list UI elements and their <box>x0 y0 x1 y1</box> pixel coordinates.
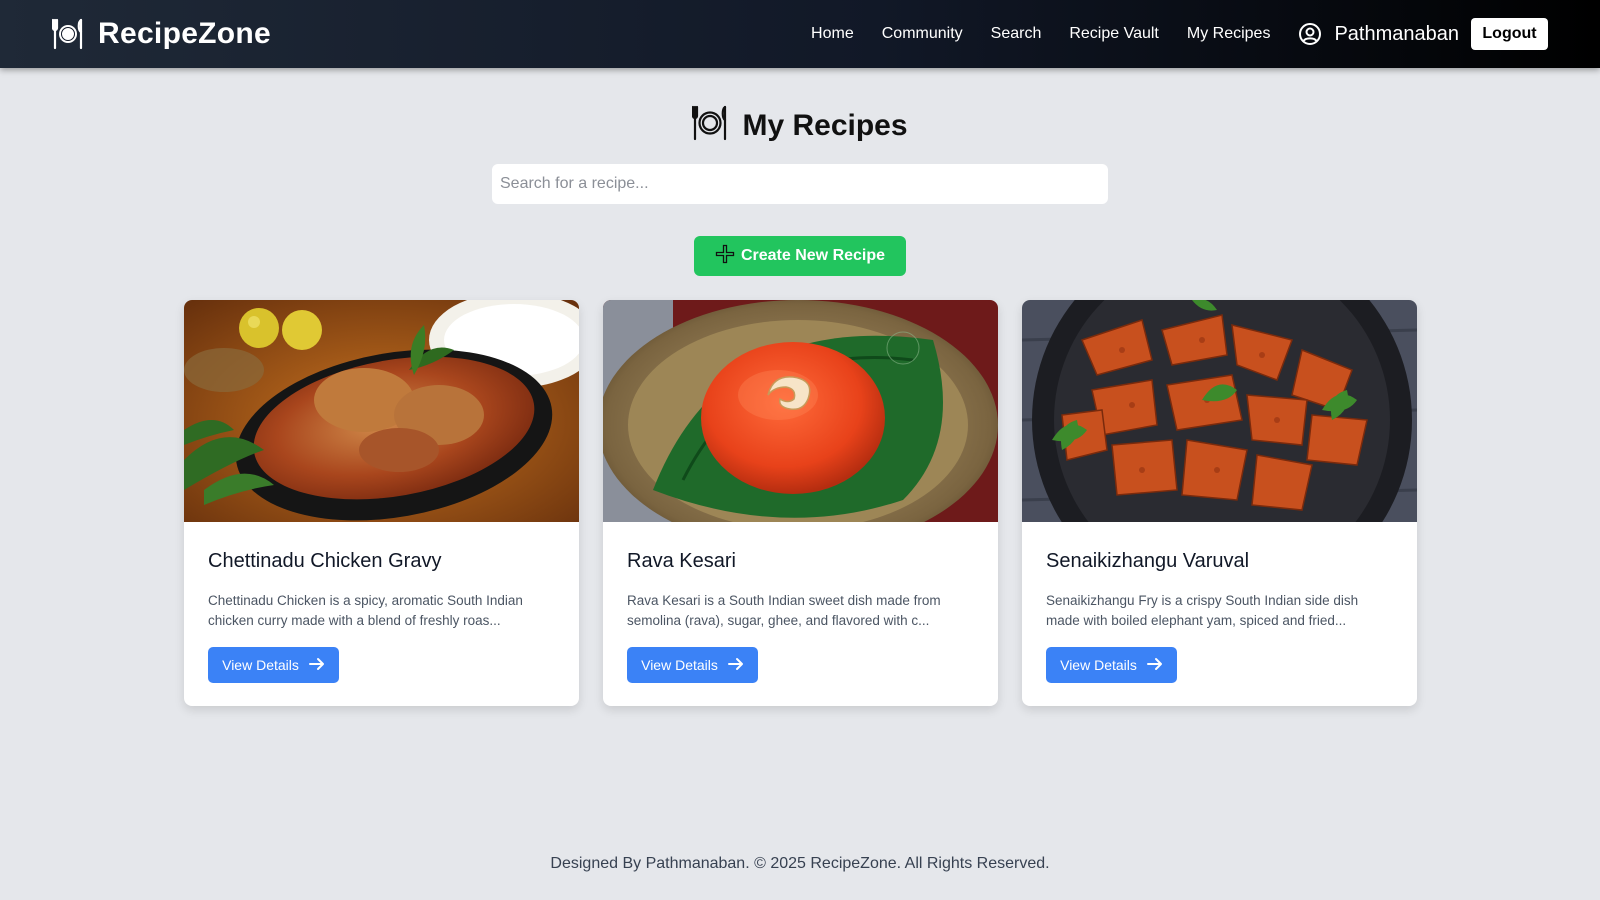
recipe-image-chicken-curry <box>184 300 579 522</box>
nav-links: Home Community Search Recipe Vault My Re… <box>811 18 1548 50</box>
user-name: Pathmanaban <box>1334 22 1459 45</box>
page-title: My Recipes <box>742 108 908 142</box>
create-recipe-label: Create New Recipe <box>740 247 886 264</box>
recipe-title: Senaikizhangu Varuval <box>1046 550 1250 572</box>
navbar: RecipeZone Home Community Search Recipe … <box>0 0 1600 68</box>
recipe-card: Chettinadu Chicken Gravy Chettinadu Chic… <box>184 300 579 706</box>
recipe-image-yam-fry <box>1022 300 1417 522</box>
nav-home[interactable]: Home <box>811 25 854 43</box>
recipe-title: Rava Kesari <box>627 550 736 572</box>
view-details-label: View Details <box>1060 657 1137 673</box>
footer-text: Designed By Pathmanaban. © 2025 RecipeZo… <box>550 855 1050 872</box>
plus-icon <box>715 244 735 269</box>
view-details-label: View Details <box>222 657 299 673</box>
recipe-image-rava-kesari <box>603 300 998 522</box>
brand-name: RecipeZone <box>98 17 272 50</box>
plate-cutlery-icon <box>52 17 84 51</box>
card-body: Chettinadu Chicken Gravy Chettinadu Chic… <box>184 550 579 683</box>
view-details-button[interactable]: View Details <box>208 647 339 683</box>
create-recipe-button[interactable]: Create New Recipe <box>694 236 906 276</box>
search-input[interactable] <box>492 164 1108 204</box>
nav-recipe-vault[interactable]: Recipe Vault <box>1069 25 1159 43</box>
recipe-card: Rava Kesari Rava Kesari is a South India… <box>603 300 998 706</box>
view-details-button[interactable]: View Details <box>627 647 758 683</box>
recipe-title: Chettinadu Chicken Gravy <box>208 550 442 572</box>
recipe-description: Senaikizhangu Fry is a crispy South Indi… <box>1046 593 1359 628</box>
card-body: Rava Kesari Rava Kesari is a South India… <box>603 550 998 683</box>
card-body: Senaikizhangu Varuval Senaikizhangu Fry … <box>1022 550 1417 683</box>
logout-button[interactable]: Logout <box>1471 18 1548 50</box>
plate-cutlery-icon <box>692 104 728 147</box>
view-details-button[interactable]: View Details <box>1046 647 1177 683</box>
brand-logo[interactable]: RecipeZone <box>52 17 271 51</box>
nav-community[interactable]: Community <box>882 25 963 43</box>
view-details-label: View Details <box>641 657 718 673</box>
recipe-grid: Chettinadu Chicken Gravy Chettinadu Chic… <box>184 300 1417 706</box>
user-menu[interactable]: Pathmanaban <box>1298 22 1459 46</box>
nav-search[interactable]: Search <box>991 25 1042 43</box>
arrow-right-icon <box>1146 657 1163 674</box>
arrow-right-icon <box>308 657 325 674</box>
arrow-right-icon <box>727 657 744 674</box>
recipe-card: Senaikizhangu Varuval Senaikizhangu Fry … <box>1022 300 1417 706</box>
user-circle-icon <box>1298 22 1322 46</box>
search-box <box>492 164 1108 204</box>
page-header: My Recipes <box>0 104 1600 147</box>
recipe-description: Chettinadu Chicken is a spicy, aromatic … <box>208 593 523 628</box>
nav-my-recipes[interactable]: My Recipes <box>1187 25 1271 43</box>
footer: Designed By Pathmanaban. © 2025 RecipeZo… <box>0 855 1600 873</box>
recipe-description: Rava Kesari is a South Indian sweet dish… <box>627 593 941 628</box>
